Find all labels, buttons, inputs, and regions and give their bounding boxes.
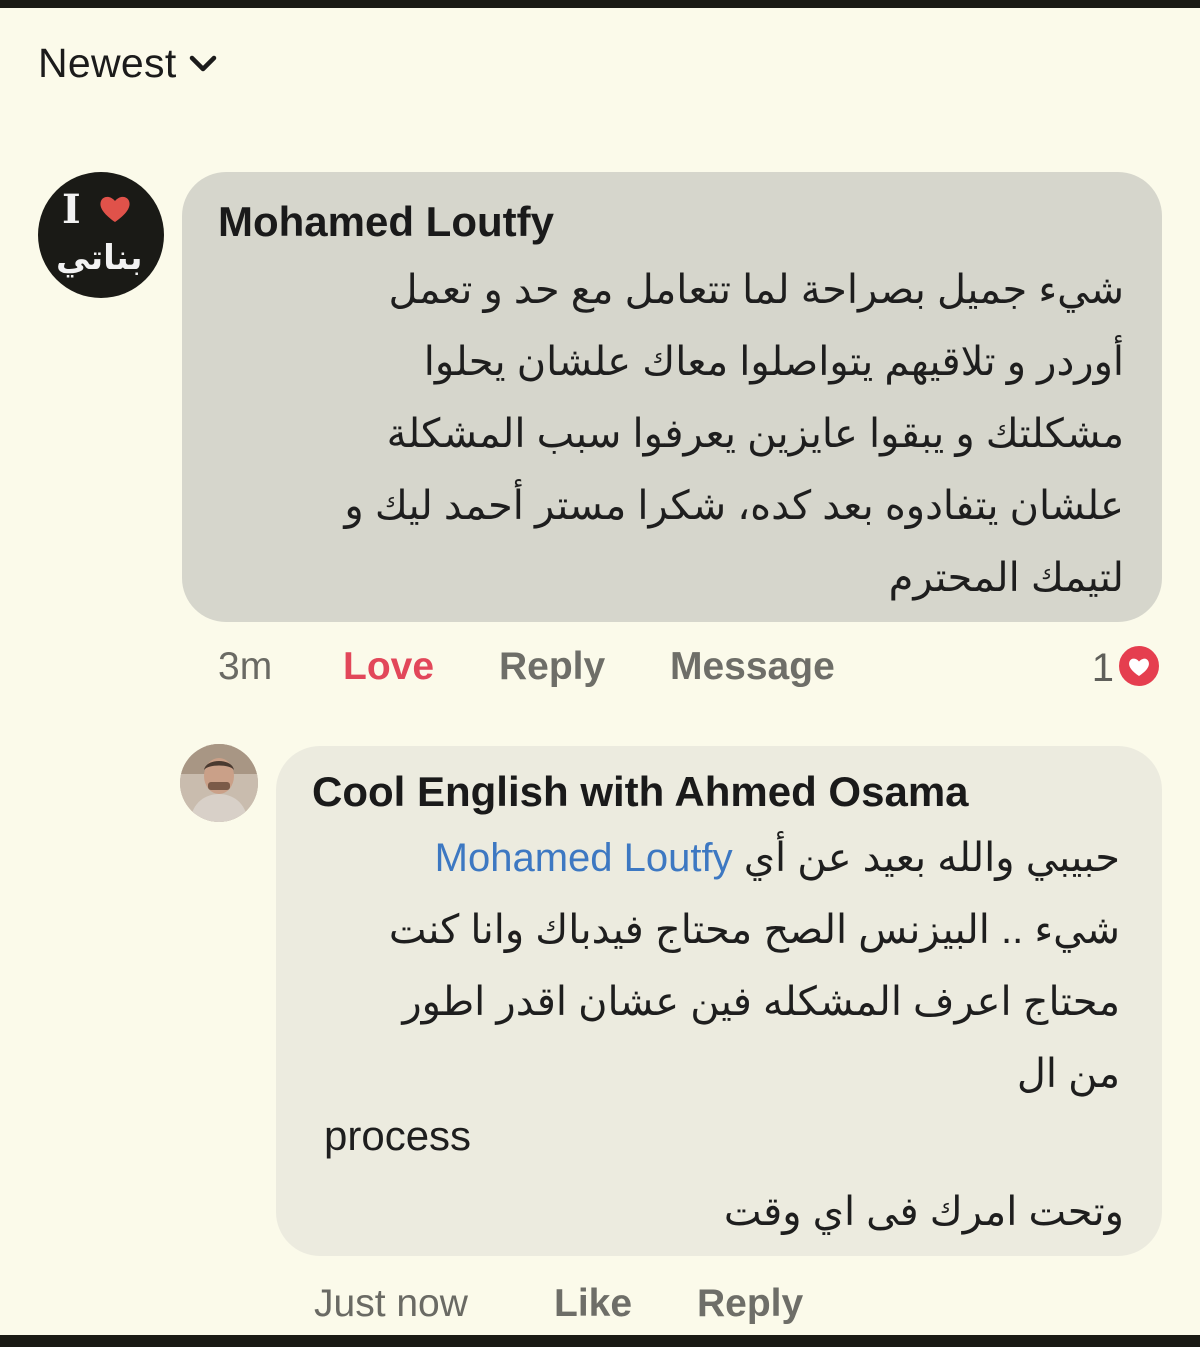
comment-line: أوردر و تلاقيهم يتواصلوا معاك علشان يحلو… — [423, 340, 1124, 384]
reply-actions: Just now Like Reply — [314, 1282, 1014, 1332]
avatar-arabic-text: بناتي — [56, 239, 143, 277]
comment-bubble: Mohamed Loutfy شيء جميل بصراحة لما تتعام… — [182, 172, 1162, 622]
reaction-summary[interactable]: 1 — [1092, 643, 1162, 694]
reply-line: من ال — [1016, 1052, 1120, 1096]
sort-label: Newest — [38, 40, 177, 86]
comment-line: شيء جميل بصراحة لما تتعامل مع حد و تعمل — [388, 268, 1124, 312]
reply-button[interactable]: Reply — [697, 1282, 803, 1326]
comment-author[interactable]: Mohamed Loutfy — [218, 198, 554, 246]
bottom-edge-bar — [0, 1335, 1200, 1347]
comment-actions: 3m Love Reply Message 1 — [218, 643, 1162, 695]
chevron-down-icon — [189, 55, 217, 73]
comment-text: شيء جميل بصراحة لما تتعامل مع حد و تعمل … — [244, 254, 1124, 614]
comment-line: لتيمك المحترم — [888, 556, 1124, 600]
reply-line: شيء .. البيزنس الصح محتاج فيدباك وانا كن… — [388, 908, 1120, 952]
top-edge-bar — [0, 0, 1200, 8]
like-button[interactable]: Like — [554, 1282, 632, 1326]
comment-line: علشان يتفادوه بعد كده، شكرا مستر أحمد لي… — [344, 484, 1124, 528]
avatar[interactable]: I بناتي — [38, 172, 164, 298]
reply-latin-line: process — [324, 1112, 472, 1159]
reply-last-line: وتحت امرك فى اي وقت — [723, 1190, 1124, 1234]
love-reaction-icon — [1116, 643, 1162, 694]
reply-text: حبيبي والله بعيد عن أي Mohamed Loutfy شي… — [308, 822, 1120, 1110]
comment-line: مشكلتك و يبقوا عايزين يعرفوا سبب المشكلة — [386, 412, 1124, 456]
comment-timestamp: 3m — [218, 645, 273, 688]
love-button[interactable]: Love — [343, 645, 434, 689]
mention-link[interactable]: Mohamed Loutfy — [435, 836, 733, 880]
reaction-count: 1 — [1091, 646, 1114, 690]
sort-dropdown[interactable]: Newest — [38, 40, 217, 87]
avatar[interactable] — [180, 744, 258, 822]
reply-bubble: Cool English with Ahmed Osama حبيبي والل… — [276, 746, 1162, 1256]
reply-line-text: حبيبي والله بعيد عن أي — [743, 836, 1120, 880]
reply-author[interactable]: Cool English with Ahmed Osama — [312, 768, 969, 816]
reply-timestamp: Just now — [314, 1282, 468, 1325]
reply-line: محتاج اعرف المشكله فين عشان اقدر اطور — [402, 980, 1120, 1024]
heart-icon — [98, 194, 132, 229]
message-button[interactable]: Message — [670, 645, 835, 689]
avatar-letter: I — [62, 186, 81, 233]
reply-button[interactable]: Reply — [499, 645, 605, 689]
reply-line: حبيبي والله بعيد عن أي Mohamed Loutfy — [308, 822, 1120, 894]
